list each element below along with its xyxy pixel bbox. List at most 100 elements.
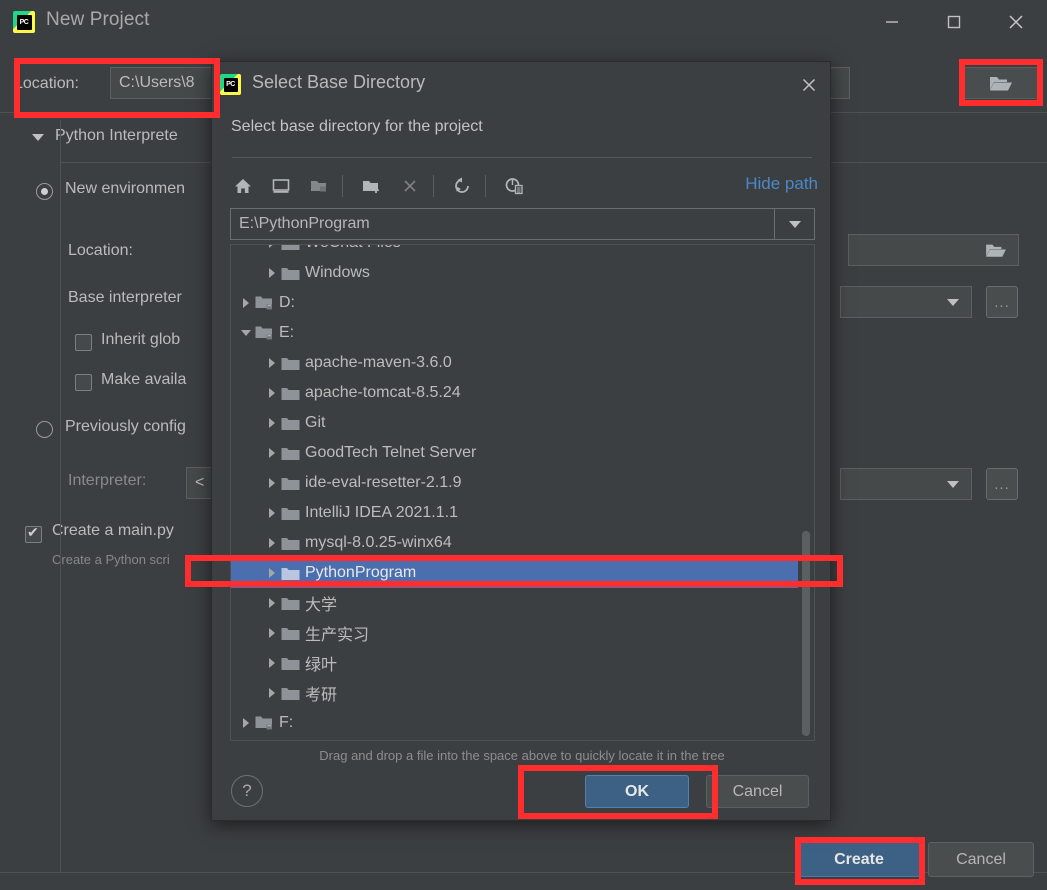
make-available-checkbox[interactable] <box>75 374 92 391</box>
base-interpreter-more-button[interactable]: ... <box>986 286 1018 318</box>
folder-icon <box>281 356 305 371</box>
tree-row[interactable]: Git <box>231 408 798 438</box>
select-base-directory-dialog: PC Select Base Directory Select base dir… <box>211 61 831 821</box>
new-environment-radio[interactable] <box>36 183 53 200</box>
chevron-right-icon[interactable] <box>263 538 281 548</box>
previously-configured-label: Previously config <box>65 418 186 435</box>
inherit-globals-checkbox[interactable] <box>75 334 92 351</box>
directory-tree[interactable]: WeChat Files Windows D: E: apache-maven-… <box>230 244 815 741</box>
folder-icon <box>281 596 305 611</box>
maximize-icon[interactable] <box>931 0 977 44</box>
chevron-right-icon[interactable] <box>263 268 281 278</box>
chevron-right-icon[interactable] <box>263 628 281 638</box>
folder-icon <box>281 626 305 641</box>
previously-configured-radio[interactable] <box>36 421 53 438</box>
new-folder-icon[interactable] <box>356 171 386 201</box>
desktop-icon[interactable] <box>266 171 296 201</box>
chevron-right-icon[interactable] <box>237 718 255 728</box>
chevron-down-icon[interactable] <box>775 208 815 240</box>
chevron-right-icon[interactable] <box>263 508 281 518</box>
tree-row-label: D: <box>279 294 295 311</box>
path-input[interactable]: E:\PythonProgram <box>230 208 775 240</box>
tree-row[interactable]: GoodTech Telnet Server <box>231 438 798 468</box>
chevron-right-icon[interactable] <box>263 688 281 698</box>
drive-icon <box>255 295 279 311</box>
tree-row[interactable]: F: <box>231 708 798 738</box>
chevron-right-icon[interactable] <box>263 388 281 398</box>
folder-icon <box>281 686 305 701</box>
folder-icon <box>281 536 305 551</box>
tree-row-label: F: <box>279 714 294 731</box>
close-icon[interactable] <box>993 0 1039 44</box>
dialog-title: Select Base Directory <box>252 72 426 92</box>
interpreter-combo[interactable] <box>840 468 972 500</box>
tree-row-label: 生产实习 <box>305 627 370 644</box>
tree-row-label: ide-eval-resetter-2.1.9 <box>305 474 462 491</box>
tree-row-label: GoodTech Telnet Server <box>305 444 477 461</box>
close-icon[interactable] <box>792 70 826 100</box>
dialog-cancel-button[interactable]: Cancel <box>706 775 809 808</box>
show-hidden-icon[interactable] <box>499 171 529 201</box>
tree-row[interactable]: IntelliJ IDEA 2021.1.1 <box>231 498 798 528</box>
folder-icon <box>281 476 305 491</box>
pycharm-icon: PC <box>13 11 35 33</box>
refresh-icon[interactable] <box>447 171 477 201</box>
tree-row[interactable]: ide-eval-resetter-2.1.9 <box>231 468 798 498</box>
env-location-label: Location: <box>68 242 133 259</box>
browse-folder-button[interactable] <box>959 67 1043 99</box>
tree-row[interactable]: mysql-8.0.25-winx64 <box>231 528 798 558</box>
tree-row[interactable]: 生产实习 <box>231 618 798 648</box>
tree-row-label: WeChat Files <box>305 245 401 252</box>
chevron-right-icon[interactable] <box>263 568 281 578</box>
tree-row[interactable]: E: <box>231 318 798 348</box>
dialog-toolbar: Hide path <box>228 165 818 207</box>
tree-row[interactable]: 考研 <box>231 678 798 708</box>
chevron-right-icon[interactable] <box>263 358 281 368</box>
chevron-right-icon[interactable] <box>263 245 281 248</box>
hide-path-link[interactable]: Hide path <box>745 174 818 194</box>
new-environment-label: New environmen <box>65 180 186 197</box>
tree-row[interactable]: apache-tomcat-8.5.24 <box>231 378 798 408</box>
env-location-input[interactable] <box>848 234 1019 266</box>
chevron-down-icon[interactable] <box>237 330 255 336</box>
dialog-subtitle: Select base directory for the project <box>231 118 483 135</box>
chevron-right-icon[interactable] <box>237 298 255 308</box>
base-interpreter-combo[interactable] <box>840 286 972 318</box>
project-folder-icon[interactable] <box>304 171 334 201</box>
cancel-button[interactable]: Cancel <box>928 842 1034 877</box>
chevron-right-icon[interactable] <box>263 658 281 668</box>
chevron-right-icon[interactable] <box>263 598 281 608</box>
chevron-right-icon[interactable] <box>263 418 281 428</box>
tree-row[interactable]: apache-maven-3.6.0 <box>231 348 798 378</box>
create-main-label: Create a main.py <box>52 522 174 539</box>
tree-row-label: Git <box>305 414 326 431</box>
ok-button[interactable]: OK <box>585 775 689 808</box>
drive-icon <box>255 325 279 341</box>
toolbar-separator <box>342 175 343 197</box>
home-icon[interactable] <box>228 171 258 201</box>
tree-row[interactable]: 绿叶 <box>231 648 798 678</box>
chevron-right-icon[interactable] <box>263 448 281 458</box>
screen-root: PC New Project Location: C:\Users\8 Pyth… <box>0 0 1047 890</box>
tree-scrollbar-thumb[interactable] <box>802 531 810 736</box>
tree-row[interactable]: 大学 <box>231 588 798 618</box>
tree-scrollbar[interactable] <box>800 246 813 740</box>
interpreter-more-button[interactable]: ... <box>986 468 1018 500</box>
toolbar-separator <box>485 175 486 197</box>
pycharm-icon: PC <box>220 74 241 95</box>
tree-row[interactable]: WeChat Files <box>231 245 798 258</box>
create-button[interactable]: Create <box>795 842 923 877</box>
chevron-right-icon[interactable] <box>263 478 281 488</box>
help-button[interactable]: ? <box>231 775 263 807</box>
tree-row-selected[interactable]: PythonProgram <box>231 558 798 588</box>
tree-row-label: IntelliJ IDEA 2021.1.1 <box>305 504 458 521</box>
tree-row[interactable]: D: <box>231 288 798 318</box>
dialog-titlebar: PC Select Base Directory <box>212 62 832 108</box>
interpreter-section-toggle-icon[interactable] <box>32 134 44 141</box>
create-main-checkbox[interactable] <box>25 524 42 543</box>
tree-row[interactable]: Windows <box>231 258 798 288</box>
create-main-hint: Create a Python scri <box>52 552 170 567</box>
tree-row-label: mysql-8.0.25-winx64 <box>305 534 452 551</box>
minimize-icon[interactable] <box>869 0 915 44</box>
make-available-label: Make availa <box>101 371 187 388</box>
